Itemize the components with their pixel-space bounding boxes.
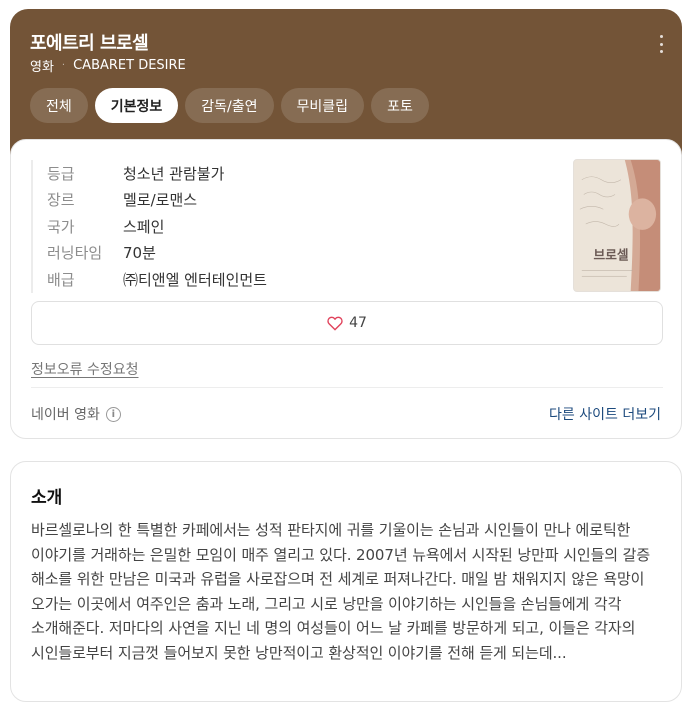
- source-label: 네이버 영화 i: [31, 404, 121, 424]
- like-button[interactable]: 47: [31, 301, 663, 345]
- intro-text: 바르셀로나의 한 특별한 카페에서는 성적 판타지에 귀를 기울이는 손님과 시…: [31, 521, 651, 662]
- report-error-link[interactable]: 정보오류 수정요청: [31, 359, 139, 379]
- heart-outline-icon: [327, 316, 343, 331]
- tab-all[interactable]: 전체: [30, 88, 88, 123]
- like-count: 47: [349, 315, 367, 331]
- original-title: CABARET DESIRE: [73, 58, 186, 73]
- divider: [31, 387, 663, 388]
- info-value: 멜로/로맨스: [123, 191, 198, 210]
- intro-card: 소개 바르셀로나의 한 특별한 카페에서는 성적 판타지에 귀를 기울이는 손님…: [10, 461, 682, 702]
- movie-subtitle: 영화 · CABARET DESIRE: [30, 56, 186, 75]
- info-label: 장르: [47, 191, 75, 210]
- intro-title: 소개: [31, 488, 63, 508]
- movie-title: 포에트리 브로셀: [30, 33, 149, 54]
- info-row-rating: 등급 청소년 관람불가: [47, 160, 267, 187]
- poster-title-text: 브로셀: [594, 248, 629, 263]
- info-list: 등급 청소년 관람불가 장르 멜로/로맨스 국가 스페인 러닝타임 70분 배급…: [31, 160, 267, 293]
- info-value: 스페인: [123, 217, 165, 236]
- info-row-country: 국가 스페인: [47, 213, 267, 240]
- more-vertical-icon[interactable]: [656, 35, 666, 53]
- movie-poster[interactable]: 브로셀: [573, 159, 661, 292]
- info-label: 러닝타임: [47, 244, 103, 263]
- tab-photos[interactable]: 포토: [371, 88, 429, 123]
- other-sites-link[interactable]: 다른 사이트 더보기: [549, 404, 661, 424]
- info-circle-icon[interactable]: i: [105, 406, 121, 422]
- info-label: 국가: [47, 217, 75, 236]
- tab-bar: 전체 기본정보 감독/출연 무비클립 포토: [30, 88, 429, 123]
- separator-dot: ·: [61, 60, 66, 71]
- tab-director-cast[interactable]: 감독/출연: [185, 88, 274, 123]
- info-value: 청소년 관람불가: [123, 164, 225, 183]
- tab-basic-info[interactable]: 기본정보: [94, 88, 179, 123]
- info-row-genre: 장르 멜로/로맨스: [47, 187, 267, 214]
- info-label: 배급: [47, 270, 75, 289]
- basic-info-card: 등급 청소년 관람불가 장르 멜로/로맨스 국가 스페인 러닝타임 70분 배급…: [10, 139, 682, 439]
- info-row-runtime: 러닝타임 70분: [47, 240, 267, 267]
- tab-movie-clips[interactable]: 무비클립: [280, 88, 365, 123]
- source-name: 네이버 영화: [31, 407, 100, 423]
- info-value: ㈜티앤엘 엔터테인먼트: [123, 270, 267, 289]
- category-label: 영화: [30, 60, 54, 75]
- info-row-distributor: 배급 ㈜티앤엘 엔터테인먼트: [47, 266, 267, 293]
- info-value: 70분: [123, 244, 156, 263]
- info-label: 등급: [47, 164, 75, 183]
